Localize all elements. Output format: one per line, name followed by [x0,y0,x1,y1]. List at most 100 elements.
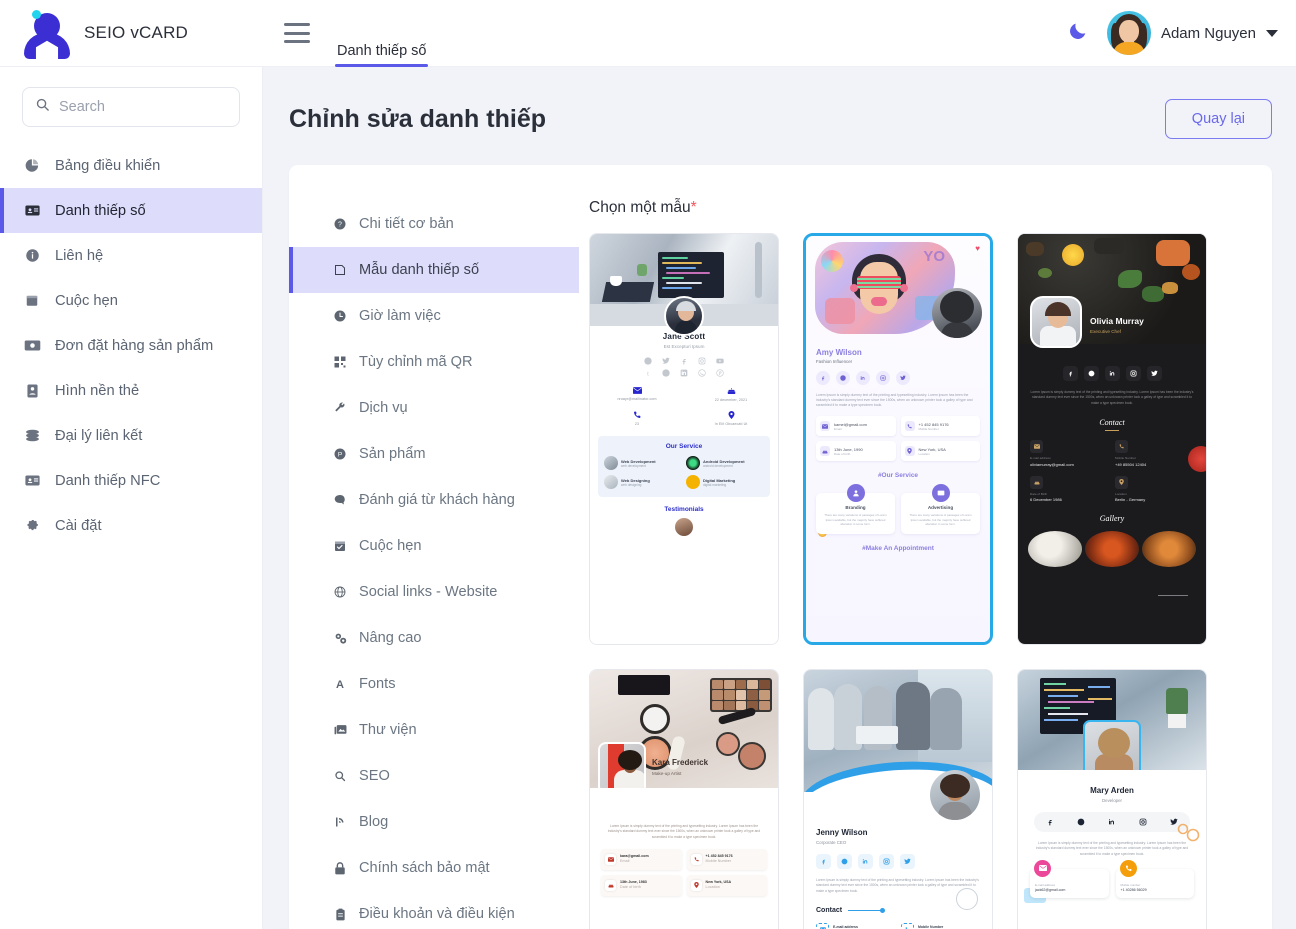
template-picker-label: Chọn một mẫu* [589,199,1242,217]
inner-item-cuoc-hen[interactable]: Cuộc hẹn [289,523,579,569]
inner-item-social-links-website[interactable]: Social links - Website [289,569,579,615]
inner-item-chinh-sach-bao-mat[interactable]: Chính sách bảo mật [289,845,579,891]
brand[interactable]: SEIO vCARD [0,7,250,59]
inner-item-blog[interactable]: Blog [289,799,579,845]
sidebar-item-cuoc-hen[interactable]: Cuộc hẹn [0,278,262,323]
sidebar-item-bang-dieu-khien[interactable]: Bảng điều khiển [0,143,262,188]
sidebar-item-label: Bảng điều khiển [55,157,161,174]
inner-item-san-pham[interactable]: P Sản phẩm [289,431,579,477]
template-location-label: Location [918,451,930,456]
inner-item-fonts[interactable]: A Fonts [289,661,579,707]
template-dob: 13th June, 1983 [620,880,647,885]
template-card-kara-frederick[interactable]: Kara Frederick Make-up Artist Lorem Ipsu… [589,669,779,929]
template-hero-image [590,670,778,788]
template-picker: Chọn một mẫu* Jane Scott Est Excepturi I… [579,191,1272,929]
tab-danh-thiep-so[interactable]: Danh thiếp số [335,23,429,67]
template-card-olivia-murray[interactable]: Olivia Murray Executive Chef Lorem Ipsum… [1017,233,1207,645]
template-description: Lorem Ipsum is simply dummy text of the … [816,878,979,893]
template-card-amy-wilson[interactable]: YO ♥ Amy Wilson Fashion Influencer Lorem… [803,233,993,645]
service-title: Branding [845,505,866,511]
search-box[interactable] [22,87,240,127]
inner-item-label: Tùy chỉnh mã QR [359,354,473,370]
template-phone: +1 40286 56029 [1120,888,1147,893]
sidebar-item-cai-dat[interactable]: Cài đặt [0,503,262,548]
avatar [1106,11,1151,55]
hamburger-menu-icon[interactable] [284,23,310,43]
template-card-jane-scott[interactable]: Jane Scott Est Excepturi Ipsum t nroayr@… [589,233,779,645]
phone-icon [690,853,702,865]
page-header: Chỉnh sửa danh thiếp Quay lại [289,89,1272,149]
user-menu[interactable]: Adam Nguyen [1106,11,1278,55]
template-date: 22 december, 2021 [714,398,748,402]
phone-icon [1115,440,1128,454]
editor-inner-nav: ? Chi tiết cơ bản Mẫu danh thiếp số Giờ … [289,191,579,929]
sidebar-item-dai-ly-lien-ket[interactable]: Đại lý liên kết [0,413,262,458]
sidebar-item-don-dat-hang-san-pham[interactable]: Đơn đặt hàng sản phẩm [0,323,262,368]
phone-icon [590,411,684,419]
wrench-icon [331,402,349,414]
sidebar-item-label: Danh thiếp NFC [55,472,161,489]
editor-panel: ? Chi tiết cơ bản Mẫu danh thiếp số Giờ … [289,165,1272,929]
inner-item-dieu-khoan-va-dieu-kien[interactable]: Điều khoản và điều kiện [289,891,579,929]
chevron-down-icon[interactable] [1266,29,1278,37]
template-description: Lorem Ipsum is simply dummy text of the … [816,393,973,408]
template-description: Lorem Ipsum is simply dummy text of the … [1035,841,1189,856]
back-button[interactable]: Quay lại [1164,99,1272,139]
template-location: New York, USA [705,880,732,885]
lock-icon [331,861,349,875]
svg-text:?: ? [338,222,342,229]
envelope-icon [1030,440,1043,454]
cake-icon [605,879,616,891]
inner-item-nang-cao[interactable]: Nâng cao [289,615,579,661]
sidebar-item-hinh-nen-the[interactable]: Hình nền thẻ [0,368,262,413]
inner-item-chi-tiet-co-ban[interactable]: ? Chi tiết cơ bản [289,201,579,247]
template-person-name: Jenny Wilson [816,828,868,837]
clock-icon [331,310,349,322]
inner-item-label: Thư viện [359,722,417,738]
top-nav: Danh thiếp số [310,0,429,67]
product-circle-icon: P [331,448,349,460]
required-asterisk: * [690,199,697,216]
location-pin-icon [1115,475,1128,489]
facebook-icon [816,371,830,385]
inner-item-thu-vien[interactable]: Thư viện [289,707,579,753]
sidebar-item-danh-thiep-so[interactable]: Danh thiếp số [0,188,262,233]
svg-text:P: P [338,452,342,459]
linkedin-icon [856,371,870,385]
template-person-name: Mary Arden [1090,786,1134,795]
template-email: kara@gmail.com [620,854,649,859]
svg-text:A: A [336,679,344,690]
coins-icon [22,428,42,443]
inner-item-danh-gia-tu-khach-hang[interactable]: Đánh giá từ khách hàng [289,477,579,523]
inner-item-dich-vu[interactable]: Dịch vụ [289,385,579,431]
inner-item-label: Đánh giá từ khách hàng [359,492,515,508]
qr-code-icon [331,356,349,368]
search-icon [331,770,349,782]
inner-item-label: Cuộc hẹn [359,538,422,554]
template-hero-image: YO ♥ [806,236,990,344]
twitter-icon [896,371,910,385]
sidebar-item-lien-he[interactable]: Liên hệ [0,233,262,278]
page-title: Chỉnh sửa danh thiếp [289,104,546,133]
search-input[interactable] [59,99,227,115]
inner-item-tuy-chinh-ma-qr[interactable]: Tùy chỉnh mã QR [289,339,579,385]
id-card-icon [22,202,42,219]
template-phone-label: Mobile Number [705,859,732,864]
template-social-icons [1018,366,1206,381]
font-a-icon: A [331,678,349,690]
template-phone-label: Mobile Number [1115,456,1136,461]
template-phone: 23 [634,422,640,427]
template-card-jenny-wilson[interactable]: Jenny Wilson Corporate CEO Lorem Ipsum i… [803,669,993,929]
sidebar-item-danh-thiep-nfc[interactable]: Danh thiếp NFC [0,458,262,503]
inner-item-mau-danh-thiep-so[interactable]: Mẫu danh thiếp số [289,247,579,293]
template-hero-image [1018,670,1206,770]
inner-item-gio-lam-viec[interactable]: Giờ làm việc [289,293,579,339]
template-avatar [664,296,704,336]
template-email-label: E-mail address [1030,456,1051,461]
moon-icon[interactable] [1067,20,1093,46]
testimonial-avatar [675,518,693,537]
gear-icon [22,518,42,533]
template-card-mary-arden[interactable]: Mary Arden Developer Lorem Ipsum is simp… [1017,669,1207,929]
template-avatar [598,742,646,788]
inner-item-seo[interactable]: SEO [289,753,579,799]
